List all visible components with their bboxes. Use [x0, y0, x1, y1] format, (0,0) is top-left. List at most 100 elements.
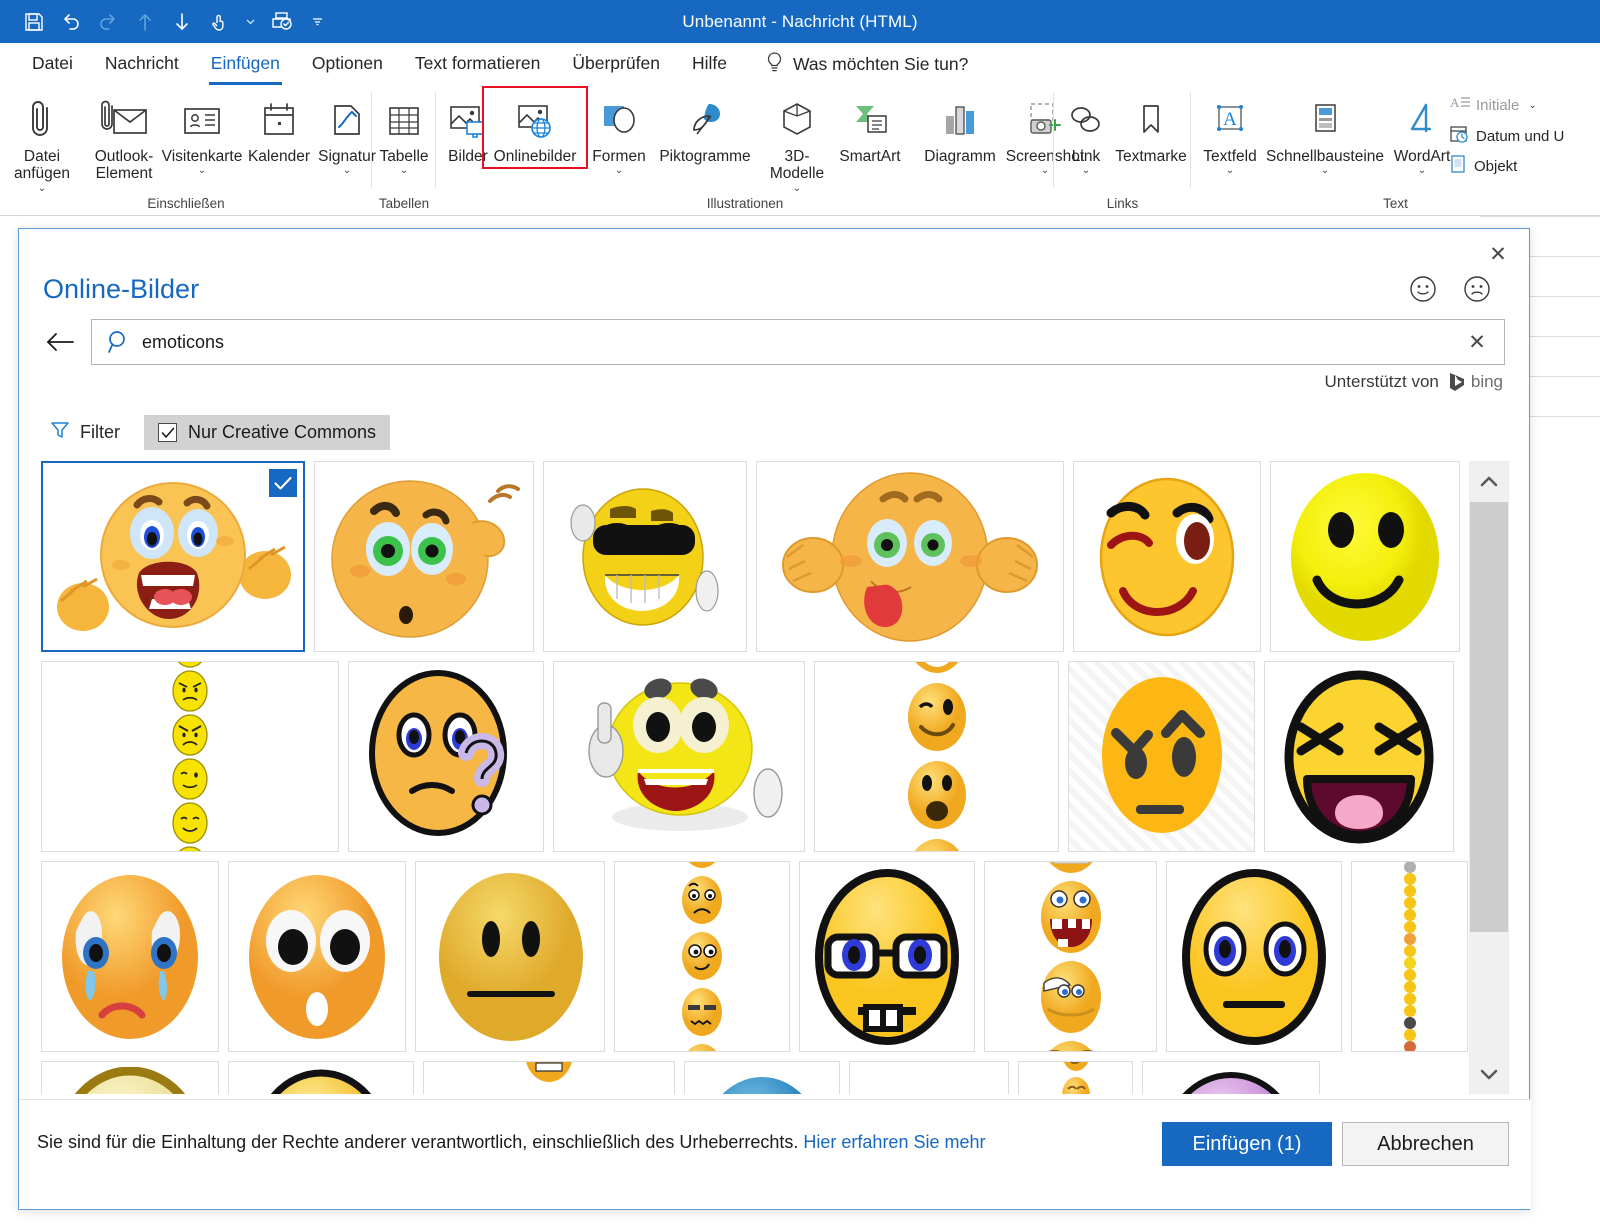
- scroll-down-icon[interactable]: [1470, 1055, 1508, 1093]
- drop-cap-icon: A: [1449, 94, 1471, 116]
- result-nerd-glasses-emoticon[interactable]: [799, 861, 975, 1052]
- command-smartart[interactable]: SmartArt: [822, 90, 918, 165]
- result-neutral-emoticon[interactable]: [415, 861, 605, 1052]
- cancel-button[interactable]: Abbrechen: [1342, 1122, 1509, 1166]
- filter-button[interactable]: Filter: [43, 415, 126, 450]
- smile-feedback-icon[interactable]: [1409, 275, 1437, 303]
- checkbox-checked-icon[interactable]: [158, 423, 177, 442]
- learn-more-link[interactable]: Hier erfahren Sie mehr: [803, 1132, 985, 1152]
- lightbulb-icon: [765, 51, 784, 78]
- clear-search-icon[interactable]: ✕: [1462, 327, 1492, 357]
- scroll-up-icon[interactable]: [1470, 462, 1508, 500]
- result-purple-emoticon[interactable]: [1142, 1061, 1320, 1094]
- result-classic-smiley[interactable]: [1270, 461, 1460, 652]
- chevron-down-icon[interactable]: ⌄: [38, 184, 46, 194]
- result-tongue-out-hands-emoticon[interactable]: [756, 461, 1064, 652]
- command-label: Onlinebilder: [494, 148, 577, 165]
- cube-3d-icon: [774, 90, 820, 144]
- result-scratching-head-emoticon[interactable]: [314, 461, 534, 652]
- command-textmarke[interactable]: Textmarke: [1110, 90, 1192, 165]
- save-icon[interactable]: [22, 10, 46, 34]
- insert-button[interactable]: Einfügen (1): [1162, 1122, 1332, 1166]
- result-surprised-emoticon[interactable]: [228, 861, 406, 1052]
- result-laughing-squint-emoticon[interactable]: [1264, 661, 1454, 852]
- result-emoticon-row-3[interactable]: [1018, 1061, 1133, 1094]
- chart-icon: [936, 90, 984, 144]
- print-preview-icon[interactable]: [269, 10, 297, 34]
- command-objekt[interactable]: Objekt: [1449, 154, 1517, 178]
- result-sunglasses-salute-emoticon[interactable]: [543, 461, 747, 652]
- result-emoticon-set-9[interactable]: [614, 861, 790, 1052]
- next-item-icon[interactable]: [170, 10, 194, 34]
- result-winking-emoticon[interactable]: [1073, 461, 1261, 652]
- chevron-down-icon[interactable]: ⌄: [198, 166, 206, 176]
- command-datum-und-uhrzeit[interactable]: Datum und U: [1449, 124, 1564, 148]
- undo-icon[interactable]: [59, 10, 83, 34]
- chevron-down-icon[interactable]: ⌄: [793, 184, 801, 194]
- tab-optionen[interactable]: Optionen: [296, 49, 399, 80]
- redo-icon[interactable]: [96, 10, 120, 34]
- command-link[interactable]: Link ⌄: [1058, 90, 1114, 176]
- command-tabelle[interactable]: Tabelle ⌄: [372, 90, 436, 176]
- command-datei-anfuegen[interactable]: Datei anfügen ⌄: [8, 90, 76, 194]
- result-cat-emoticon[interactable]: [849, 1061, 1009, 1094]
- command-textfeld[interactable]: A Textfeld ⌄: [1193, 90, 1267, 176]
- command-label: Diagramm: [924, 148, 995, 165]
- frown-feedback-icon[interactable]: [1463, 275, 1491, 303]
- command-piktogramme[interactable]: Piktogramme: [652, 90, 758, 165]
- previous-item-icon[interactable]: [133, 10, 157, 34]
- command-visitenkarte[interactable]: Visitenkarte ⌄: [160, 90, 244, 176]
- chevron-down-icon[interactable]: ⌄: [1226, 166, 1234, 176]
- tab-ueberpruefen[interactable]: Überprüfen: [556, 49, 676, 80]
- tab-einfuegen[interactable]: Einfügen: [195, 49, 296, 80]
- command-label: Schnellbausteine: [1266, 148, 1384, 165]
- creative-commons-filter-chip[interactable]: Nur Creative Commons: [144, 415, 390, 450]
- scrollbar-thumb[interactable]: [1470, 502, 1508, 932]
- customize-qat-icon[interactable]: [310, 10, 324, 34]
- result-shouting-emoticon-hands[interactable]: [41, 461, 305, 652]
- result-emoticon-sheet-24[interactable]: [41, 661, 339, 852]
- chevron-down-icon[interactable]: ⌄: [343, 166, 351, 176]
- result-emoticon-set-6[interactable]: [814, 661, 1059, 852]
- result-emoticon-row-4[interactable]: [423, 1061, 675, 1094]
- close-icon[interactable]: ✕: [1481, 239, 1515, 269]
- result-pale-emoticon[interactable]: [41, 1061, 219, 1094]
- result-blue-emoticon[interactable]: [684, 1061, 840, 1094]
- results-scrollbar[interactable]: [1469, 461, 1509, 1094]
- chevron-down-icon[interactable]: ⌄: [1528, 101, 1536, 111]
- tell-me-box[interactable]: Was möchten Sie tun?: [765, 51, 968, 78]
- result-golden-emoticon[interactable]: [228, 1061, 414, 1094]
- result-thumbs-up-emoticon[interactable]: [553, 661, 805, 852]
- tab-datei[interactable]: Datei: [16, 49, 89, 80]
- search-input[interactable]: [132, 331, 1462, 354]
- chevron-down-icon[interactable]: ⌄: [1041, 166, 1049, 176]
- command-diagramm[interactable]: Diagramm: [912, 90, 1008, 165]
- chevron-down-icon[interactable]: ⌄: [400, 166, 408, 176]
- tab-hilfe[interactable]: Hilfe: [676, 49, 743, 80]
- chevron-down-icon[interactable]: ⌄: [1082, 166, 1090, 176]
- command-outlook-element[interactable]: Outlook- Element: [80, 90, 168, 183]
- chevron-down-icon[interactable]: ⌄: [615, 166, 623, 176]
- command-kalender[interactable]: Kalender: [244, 90, 314, 165]
- chevron-down-icon[interactable]: ⌄: [1321, 166, 1329, 176]
- command-initiale[interactable]: A Initiale ⌄: [1449, 94, 1537, 116]
- chevron-down-icon[interactable]: ⌄: [1418, 166, 1426, 176]
- result-staring-emoticon[interactable]: [1166, 861, 1342, 1052]
- tab-nachricht[interactable]: Nachricht: [89, 49, 195, 80]
- command-onlinebilder[interactable]: Onlinebilder: [484, 88, 586, 167]
- result-crying-emoticon[interactable]: [41, 861, 219, 1052]
- result-angry-eyebrow-emoticon[interactable]: [1068, 661, 1255, 852]
- command-schnellbausteine[interactable]: Schnellbausteine ⌄: [1261, 90, 1389, 176]
- back-arrow-icon[interactable]: [43, 325, 77, 359]
- result-emoticon-sheet-large[interactable]: [1351, 861, 1468, 1052]
- result-thinking-question-mark-emoticon[interactable]: [348, 661, 544, 852]
- touch-mode-icon[interactable]: [207, 10, 231, 34]
- tab-text-formatieren[interactable]: Text formatieren: [399, 49, 556, 80]
- result-emoticon-set-4[interactable]: [984, 861, 1157, 1052]
- search-box[interactable]: ✕: [91, 319, 1505, 365]
- ribbon-group-illustrationen: Bilder Onlinebilder Formen ⌄ Piktogramme: [436, 86, 1054, 216]
- results-row: [41, 461, 1489, 652]
- command-formen[interactable]: Formen ⌄: [584, 90, 654, 176]
- chevron-down-icon[interactable]: [244, 10, 256, 34]
- bookmark-icon: [1129, 90, 1173, 144]
